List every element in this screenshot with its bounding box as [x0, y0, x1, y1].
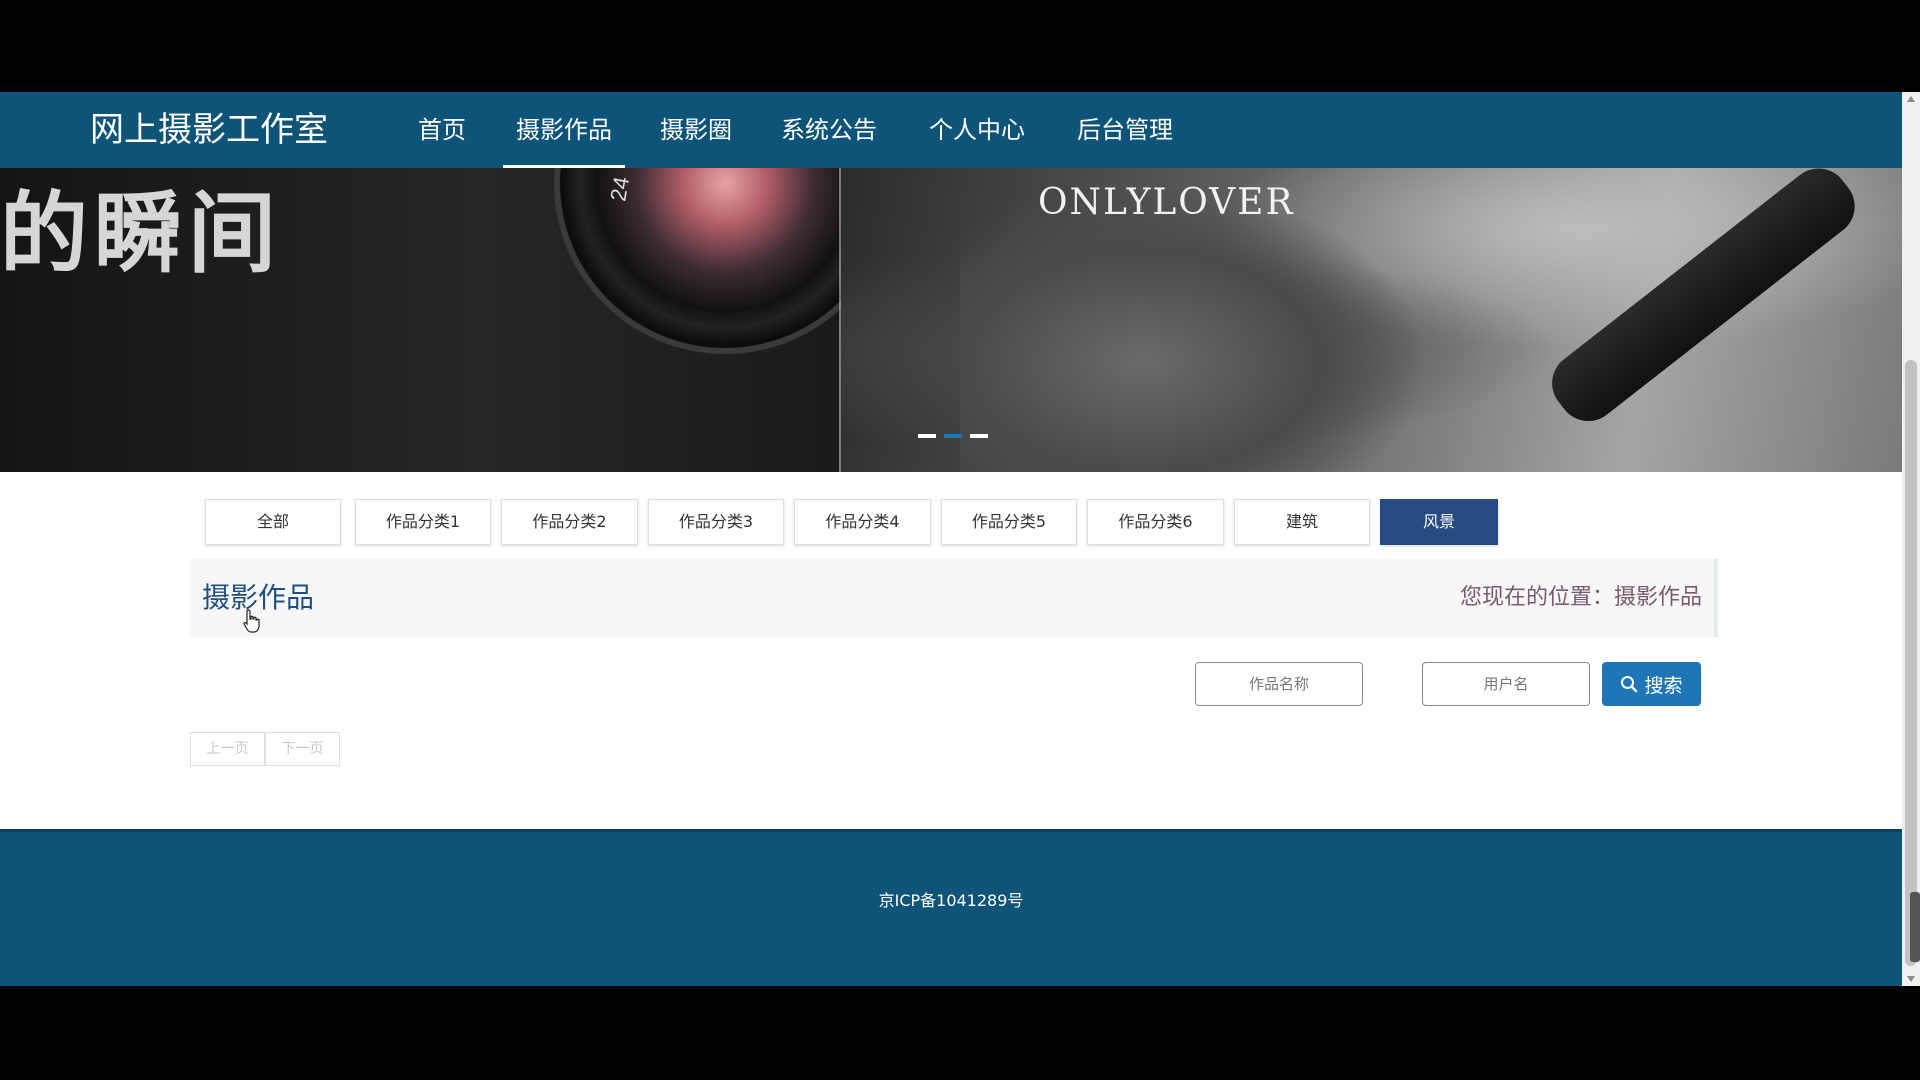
browser-viewport: 网上摄影工作室 首页 摄影作品 摄影圈 系统公告 个人中心 后台管理 24 的瞬…: [0, 92, 1902, 986]
category-button-5[interactable]: 作品分类5: [941, 499, 1077, 545]
scroll-down-arrow-icon[interactable]: [1907, 976, 1915, 982]
icp-record: 京ICP备1041289号: [878, 891, 1024, 910]
nav-item-personal-center[interactable]: 个人中心: [918, 92, 1036, 168]
pager-prev-button[interactable]: 上一页: [190, 732, 265, 766]
page-title-bar: 摄影作品 您现在的位置：摄影作品: [190, 559, 1718, 637]
nav-item-photography-works[interactable]: 摄影作品: [503, 92, 625, 168]
nav-item-admin[interactable]: 后台管理: [1066, 92, 1184, 168]
carousel-dot-2[interactable]: [944, 434, 962, 438]
category-button-4[interactable]: 作品分类4: [794, 499, 931, 545]
site-brand[interactable]: 网上摄影工作室: [90, 108, 328, 152]
carousel-dot-1[interactable]: [918, 434, 936, 438]
banner-carousel[interactable]: 24 的瞬间 ONLYLOVER: [0, 168, 1902, 472]
banner-headline-en: ONLYLOVER: [1038, 182, 1295, 223]
pager-next-button[interactable]: 下一页: [265, 732, 340, 766]
nav-item-announcements[interactable]: 系统公告: [770, 92, 888, 168]
lens-marking: 24: [605, 174, 635, 204]
category-button-all[interactable]: 全部: [205, 499, 341, 545]
banner-headline-cn: 的瞬间: [0, 181, 283, 285]
username-input[interactable]: [1422, 662, 1590, 706]
search-icon: [1621, 676, 1638, 693]
category-button-scenery[interactable]: 风景: [1380, 499, 1498, 545]
category-button-1[interactable]: 作品分类1: [355, 499, 491, 545]
page-scrollbar[interactable]: [1902, 92, 1920, 986]
breadcrumb-location: 您现在的位置：摄影作品: [1459, 585, 1702, 610]
site-footer: 京ICP备1041289号: [0, 829, 1902, 986]
search-button-label: 搜索: [1644, 674, 1683, 697]
scrollbar-thumb[interactable]: [1905, 360, 1917, 966]
category-button-2[interactable]: 作品分类2: [501, 499, 638, 545]
nav-item-photo-circle[interactable]: 摄影圈: [650, 92, 742, 168]
search-button[interactable]: 搜索: [1602, 662, 1701, 706]
top-navbar: 网上摄影工作室 首页 摄影作品 摄影圈 系统公告 个人中心 后台管理: [0, 92, 1902, 168]
page-title: 摄影作品: [202, 581, 315, 614]
banner-figure: [960, 188, 1420, 472]
carousel-dot-3[interactable]: [970, 434, 988, 438]
category-button-architecture[interactable]: 建筑: [1234, 499, 1370, 545]
category-button-3[interactable]: 作品分类3: [648, 499, 784, 545]
carousel-indicators: [918, 434, 988, 438]
banner-divider: [839, 168, 841, 472]
scroll-up-arrow-icon[interactable]: [1907, 96, 1915, 102]
nav-item-home[interactable]: 首页: [406, 92, 478, 168]
scrollbar-overlay-handle[interactable]: [1910, 892, 1920, 962]
category-button-6[interactable]: 作品分类6: [1087, 499, 1224, 545]
work-name-input[interactable]: [1195, 662, 1363, 706]
